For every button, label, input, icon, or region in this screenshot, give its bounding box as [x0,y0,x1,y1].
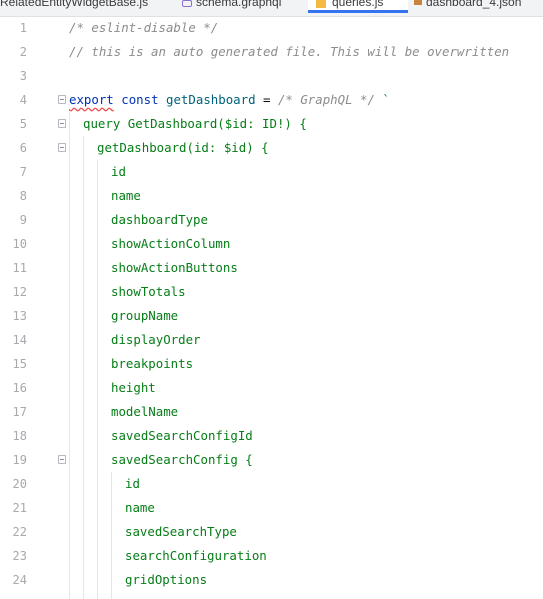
code-line[interactable]: 8 name [0,184,543,208]
tab-schema-graphql[interactable]: schema.graphql [180,0,302,16]
code-text: gridOptions [125,572,208,587]
code-line[interactable]: 15 breakpoints [0,352,543,376]
code-line[interactable]: 4 export const getDashboard = /* GraphQL … [0,88,543,112]
code-text: savedSearchConfig { [111,452,253,467]
line-number: 13 [12,309,27,323]
code-line[interactable]: 20 id [0,472,543,496]
line-number: 6 [19,141,27,155]
code-text: height [111,380,156,395]
fold-toggle-icon[interactable] [58,95,66,104]
code-text: searchConfiguration [125,548,267,563]
code-line[interactable]: 17 modelName [0,400,543,424]
code-line[interactable]: 21 name [0,496,543,520]
line-number: 24 [12,573,27,587]
code-line[interactable]: 11 showActionButtons [0,256,543,280]
line-number: 22 [12,525,27,539]
code-line[interactable]: 13 groupName [0,304,543,328]
line-number: 23 [12,549,27,563]
code-line[interactable]: 19 savedSearchConfig { [0,448,543,472]
code-text: dashboardType [111,212,208,227]
code-text: modelName [111,404,179,419]
line-number: 15 [12,357,27,371]
code-line[interactable]: 18 savedSearchConfigId [0,424,543,448]
line-number: 8 [19,189,27,203]
graphql-file-icon [182,0,192,7]
line-number: 7 [19,165,27,179]
code-text: name [111,188,141,203]
line-number: 16 [12,381,27,395]
code-text: groupName [111,308,179,323]
code-text: breakpoints [111,356,194,371]
tab-label: dashboard_4.json [426,0,522,9]
code-line[interactable]: 22 savedSearchType [0,520,543,544]
code-text: getDashboard(id: $id) { [97,140,269,155]
tab-related-entity-widget-base[interactable]: RelatedEntityWidgetBase.js [0,0,170,16]
code-line[interactable]: 14 displayOrder [0,328,543,352]
code-line[interactable]: 9 dashboardType [0,208,543,232]
line-number: 17 [12,405,27,419]
line-number: 12 [12,285,27,299]
json-file-icon [414,0,422,5]
code-line[interactable]: 6 getDashboard(id: $id) { [0,136,543,160]
code-text: export const getDashboard = /* GraphQL *… [69,92,390,107]
code-text: savedSearchConfigId [111,428,253,443]
line-number: 18 [12,429,27,443]
code-line[interactable]: 7 id [0,160,543,184]
line-number: 14 [12,333,27,347]
line-number: 9 [19,213,27,227]
code-line[interactable]: 24 gridOptions [0,568,543,592]
line-number: 10 [12,237,27,251]
tab-label: RelatedEntityWidgetBase.js [0,0,149,9]
fold-toggle-icon[interactable] [58,119,66,128]
line-number: 1 [19,21,27,35]
line-number: 19 [12,453,27,467]
code-text: id [111,164,126,179]
code-editor[interactable]: 1 /* eslint-disable */ 2 // this is an auto… [0,16,543,599]
code-text: // this is an auto generated file. This … [69,44,510,59]
code-text: showActionColumn [111,236,231,251]
code-text: /* eslint-disable */ [69,20,219,35]
code-text: displayOrder [111,332,201,347]
code-text: id [125,476,140,491]
code-text: savedSearchType [125,524,237,539]
line-number: 11 [12,261,27,275]
tab-label: schema.graphql [196,0,282,9]
code-line[interactable]: 16 height [0,376,543,400]
code-line[interactable]: 1 /* eslint-disable */ [0,16,543,40]
code-line[interactable]: 12 showTotals [0,280,543,304]
code-line[interactable]: 23 searchConfiguration [0,544,543,568]
fold-toggle-icon[interactable] [58,143,66,152]
line-number: 20 [12,477,27,491]
line-number: 3 [19,69,27,83]
line-number: 2 [19,45,27,59]
fold-toggle-icon[interactable] [58,455,66,464]
code-text: showActionButtons [111,260,238,275]
tab-label: queries.js [332,0,384,9]
line-number: 21 [12,501,27,515]
code-line[interactable]: 5 query GetDashboard($id: ID!) { [0,112,543,136]
code-line[interactable]: 2 // this is an auto generated file. This… [0,40,543,64]
line-number: 4 [19,93,27,107]
code-text: name [125,500,155,515]
code-line[interactable]: 10 showActionColumn [0,232,543,256]
editor-tab-bar: RelatedEntityWidgetBase.js schema.graphq… [0,0,543,17]
code-text: showTotals [111,284,186,299]
javascript-file-icon [316,0,326,8]
code-line[interactable]: 3 [0,64,543,88]
line-number: 5 [19,117,27,131]
tab-queries-js[interactable]: queries.js [308,0,408,13]
code-text: query GetDashboard($id: ID!) { [83,116,307,131]
tab-dashboard-json[interactable]: dashboard_4.json [414,0,543,16]
